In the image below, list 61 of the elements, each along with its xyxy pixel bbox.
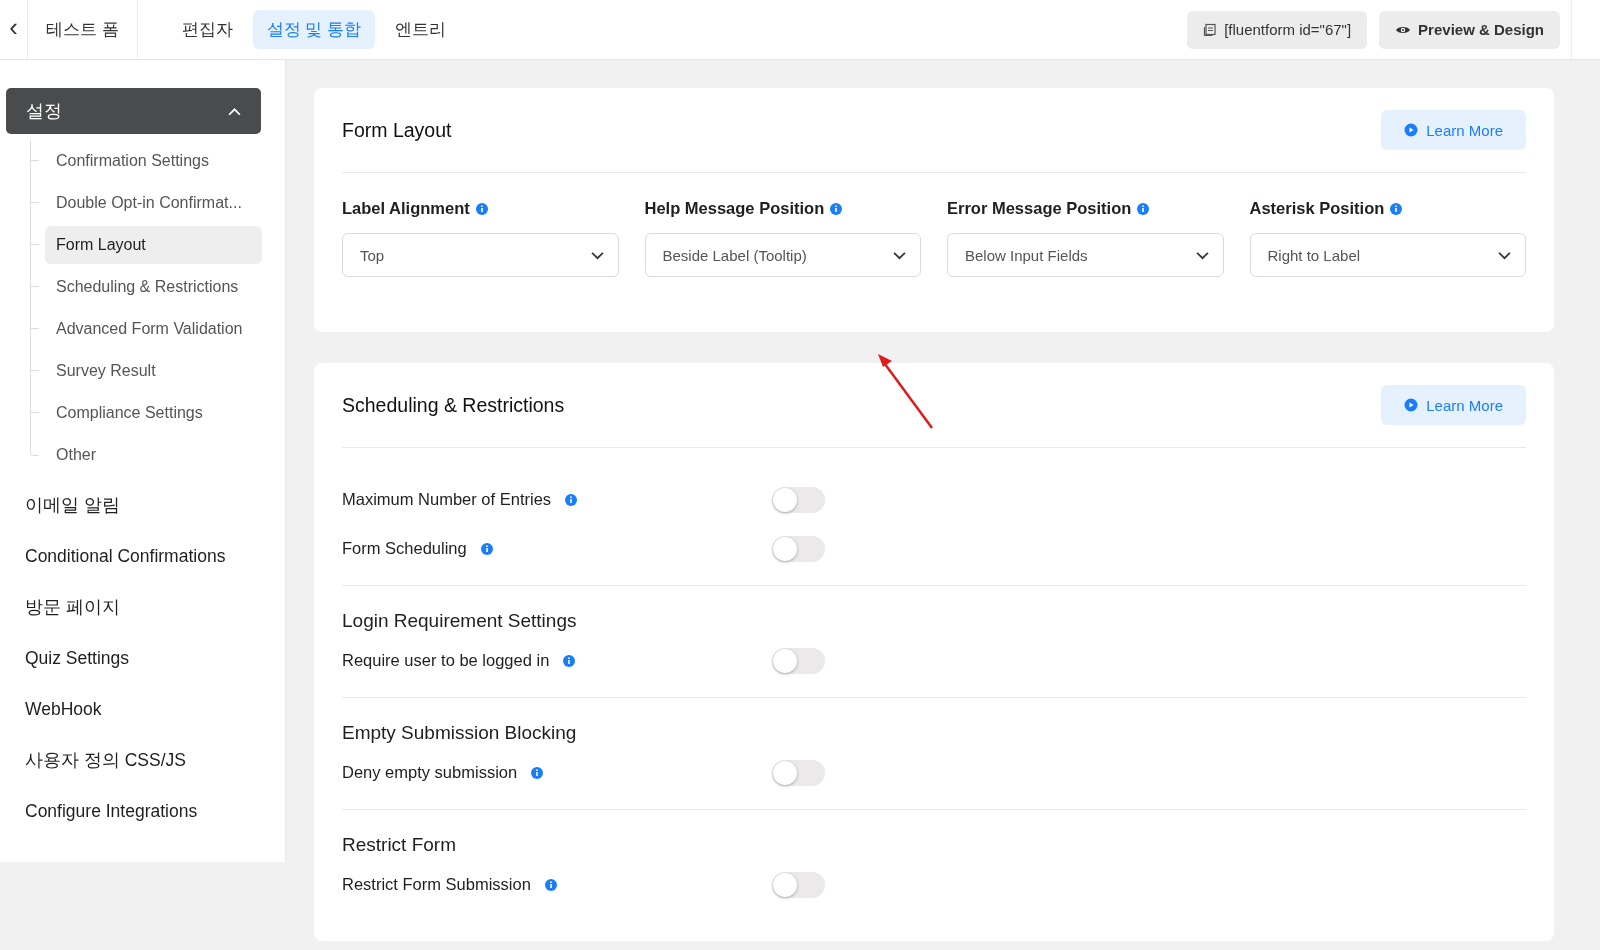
sidebar-subitem[interactable]: Compliance Settings xyxy=(45,394,262,432)
info-icon[interactable] xyxy=(475,202,488,215)
sidebar-item[interactable]: WebHook xyxy=(0,684,285,735)
toggle-switch[interactable] xyxy=(772,871,825,898)
chevron-down-icon xyxy=(1195,250,1209,260)
info-icon[interactable] xyxy=(544,878,557,891)
info-icon[interactable] xyxy=(1137,202,1150,215)
section-title: Empty Submission Blocking xyxy=(342,722,578,744)
sidebar-item[interactable]: Conditional Confirmations xyxy=(0,531,285,582)
toggle-switch[interactable] xyxy=(772,759,825,786)
toggle-switch[interactable] xyxy=(772,647,825,674)
info-icon[interactable] xyxy=(830,202,843,215)
toggle-label: Maximum Number of Entries xyxy=(342,490,552,509)
shortcode-button[interactable]: [fluentform id="67"] xyxy=(1187,10,1368,49)
toggle-switch[interactable] xyxy=(772,535,825,562)
settings-group-header[interactable]: 설정 xyxy=(6,88,261,134)
chevron-down-icon xyxy=(1498,250,1511,260)
field-label: Asterisk Position xyxy=(1249,199,1385,218)
sidebar-subitem[interactable]: Advanced Form Validation xyxy=(45,310,262,348)
sidebar-subitem[interactable]: Survey Result xyxy=(45,352,262,390)
toggle-label: Deny empty submission xyxy=(342,763,518,782)
chevron-down-icon xyxy=(590,250,604,260)
toggle-switch[interactable] xyxy=(772,486,825,513)
toggle-label: Restrict Form Submission xyxy=(342,875,531,894)
card-title: Scheduling & Restrictions xyxy=(342,393,565,417)
card-title: Form Layout xyxy=(342,118,452,142)
info-icon[interactable] xyxy=(531,766,544,779)
chevron-down-icon xyxy=(893,250,906,260)
section-title: Login Requirement Settings xyxy=(342,610,578,632)
form-name: 테스트 폼 xyxy=(28,0,138,59)
sidebar-item[interactable]: Quiz Settings xyxy=(0,633,285,684)
sidebar-subitem[interactable]: Double Opt-in Confirmat... xyxy=(45,184,262,222)
info-icon[interactable] xyxy=(480,542,493,555)
sidebar-item[interactable]: 사용자 정의 CSS/JS xyxy=(0,735,285,786)
toggle-label: Require user to be logged in xyxy=(342,651,550,670)
select-field[interactable]: Beside Label (Tooltip) xyxy=(644,233,921,277)
nav-tab[interactable]: 엔트리 xyxy=(381,10,461,49)
nav-tab[interactable]: 편집자 xyxy=(167,10,247,49)
copy-icon xyxy=(1203,22,1218,37)
sidebar-subitem[interactable]: Other xyxy=(45,436,262,474)
sidebar-item[interactable]: 방문 페이지 xyxy=(0,582,285,633)
sidebar-subitem[interactable]: Scheduling & Restrictions xyxy=(45,268,262,306)
play-icon xyxy=(1404,398,1419,412)
play-icon xyxy=(1404,123,1419,137)
section-title: Restrict Form xyxy=(342,834,457,856)
select-field[interactable]: Right to Label xyxy=(1249,233,1526,277)
preview-button[interactable]: Preview & Design xyxy=(1379,10,1560,49)
info-icon[interactable] xyxy=(565,493,578,506)
field-label: Label Alignment xyxy=(342,199,470,218)
select-field[interactable]: Top xyxy=(342,233,619,277)
select-field[interactable]: Below Input Fields xyxy=(947,233,1224,277)
chevron-icon xyxy=(228,106,241,116)
sidebar-item[interactable]: Configure Integrations xyxy=(0,786,285,837)
toggle-label: Form Scheduling xyxy=(342,539,467,558)
sidebar-subitem[interactable]: Form Layout xyxy=(45,226,262,264)
info-icon[interactable] xyxy=(1390,202,1403,215)
field-label: Error Message Position xyxy=(947,199,1132,218)
sidebar-subitem[interactable]: Confirmation Settings xyxy=(45,142,262,180)
info-icon[interactable] xyxy=(563,654,576,667)
sidebar-item[interactable]: 이메일 알림 xyxy=(0,480,285,531)
field-label: Help Message Position xyxy=(644,199,825,218)
